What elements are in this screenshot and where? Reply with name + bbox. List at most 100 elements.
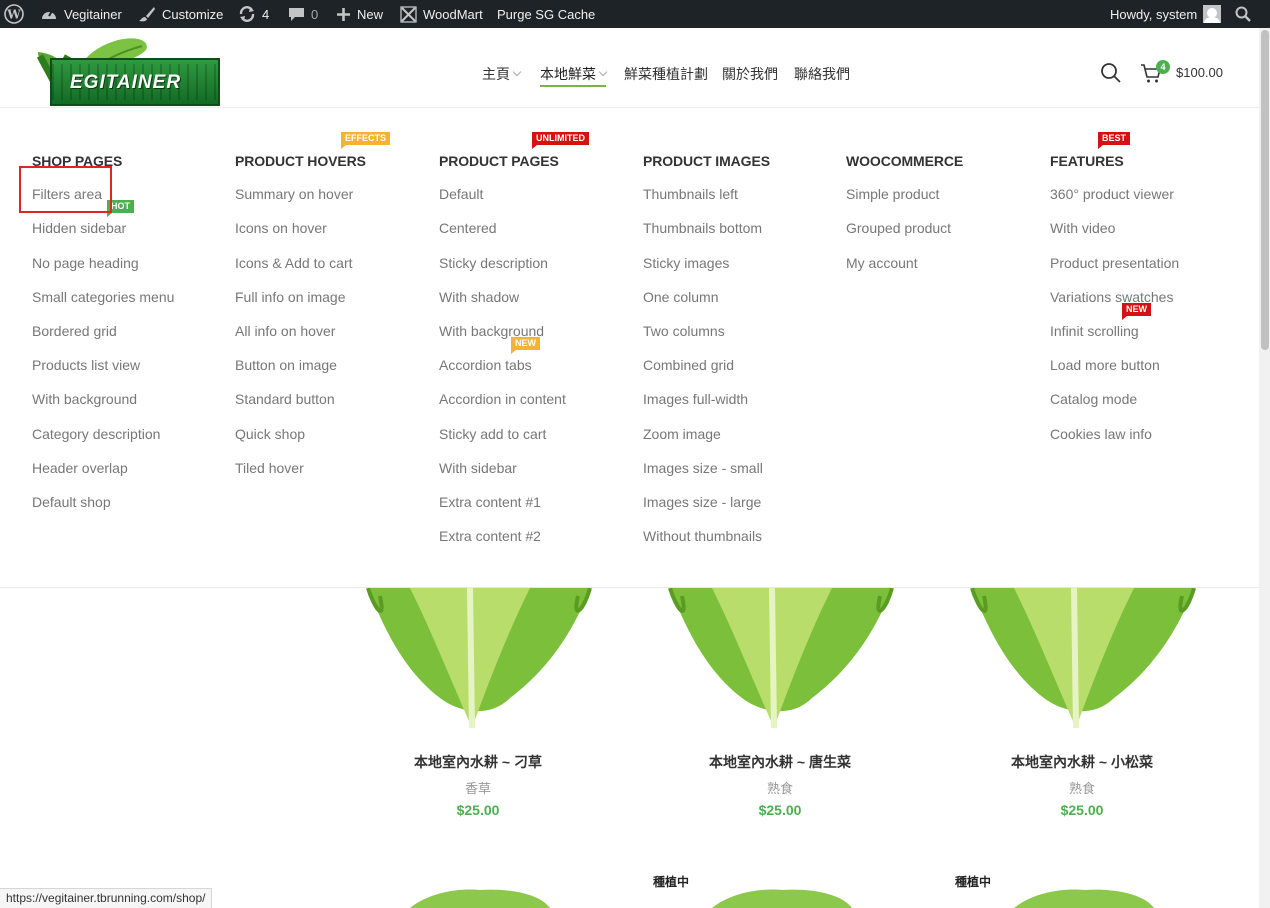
nav-item-local-vegetables[interactable]: 本地鮮菜 <box>540 64 608 87</box>
product-category[interactable]: 熟食 <box>767 778 793 797</box>
menu-column-title[interactable]: PRODUCT HOVERS <box>235 153 366 169</box>
menu-item[interactable]: Centered <box>439 220 497 236</box>
menu-column-title[interactable]: WOOCOMMERCE <box>846 153 963 169</box>
menu-item[interactable]: Full info on image <box>235 289 346 305</box>
menu-item[interactable]: With video <box>1050 220 1115 236</box>
menu-item[interactable]: Summary on hover <box>235 186 353 202</box>
product-image[interactable] <box>642 588 918 738</box>
menu-item[interactable]: Grouped product <box>846 220 951 236</box>
menu-item[interactable]: Default <box>439 186 483 202</box>
svg-text:W: W <box>6 8 21 22</box>
product-image[interactable] <box>702 888 862 908</box>
product-title[interactable]: 本地室內水耕 ~ 唐生菜 <box>709 752 851 772</box>
cart-total[interactable]: $100.00 <box>1176 65 1223 80</box>
menu-item[interactable]: Products list view <box>32 357 140 373</box>
unlimited-badge: UNLIMITED <box>532 132 589 149</box>
updates-icon <box>239 6 255 22</box>
menu-item[interactable]: Extra content #2 <box>439 528 541 544</box>
menu-item[interactable]: Thumbnails left <box>643 186 738 202</box>
menu-item[interactable]: Simple product <box>846 186 939 202</box>
nav-item-about[interactable]: 關於我們 <box>722 64 778 84</box>
menu-column-title[interactable]: PRODUCT IMAGES <box>643 153 770 169</box>
menu-item[interactable]: Icons on hover <box>235 220 327 236</box>
nav-item-contact[interactable]: 聯絡我們 <box>794 64 850 84</box>
menu-item[interactable]: Two columns <box>643 323 725 339</box>
menu-item[interactable]: Images full-width <box>643 391 748 407</box>
effects-badge: EFFECTS <box>341 132 391 149</box>
menu-item[interactable]: Quick shop <box>235 426 305 442</box>
account-menu[interactable]: Howdy, system <box>1110 0 1222 28</box>
menu-item[interactable]: With background <box>32 391 137 407</box>
menu-item[interactable]: Hidden sidebar <box>32 220 126 236</box>
menu-item[interactable]: With sidebar <box>439 460 517 476</box>
menu-item[interactable]: Cookies law info <box>1050 426 1152 442</box>
menu-item[interactable]: Standard button <box>235 391 335 407</box>
highlight-box <box>19 166 112 213</box>
menu-item[interactable]: Catalog mode <box>1050 391 1137 407</box>
menu-item[interactable]: Without thumbnails <box>643 528 762 544</box>
menu-item[interactable]: Icons & Add to cart <box>235 255 353 271</box>
admin-search-button[interactable] <box>1235 0 1251 28</box>
new-content-link[interactable]: New <box>336 0 383 28</box>
customize-link[interactable]: Customize <box>138 0 223 28</box>
nav-item-home[interactable]: 主頁 <box>482 64 522 84</box>
menu-item[interactable]: My account <box>846 255 918 271</box>
menu-item[interactable]: Header overlap <box>32 460 128 476</box>
dashboard-icon <box>42 10 56 19</box>
menu-item[interactable]: No page heading <box>32 255 139 271</box>
product-category[interactable]: 香草 <box>465 778 491 797</box>
site-name-label: Vegitainer <box>64 6 122 22</box>
site-logo[interactable]: EGITAINER <box>34 36 222 108</box>
product-image[interactable] <box>944 588 1220 738</box>
product-image[interactable] <box>400 888 560 908</box>
menu-item[interactable]: Sticky description <box>439 255 548 271</box>
product-image[interactable] <box>340 588 616 738</box>
site-name-menu[interactable]: Vegitainer <box>40 0 122 28</box>
menu-column-title[interactable]: PRODUCT PAGES <box>439 153 559 169</box>
admin-bar: W Vegitainer Customize 4 0 New WoodMart … <box>0 0 1270 28</box>
growing-badge: 種植中 <box>653 875 690 889</box>
menu-item[interactable]: Thumbnails bottom <box>643 220 762 236</box>
menu-item[interactable]: Variations swatches <box>1050 289 1173 305</box>
search-icon[interactable] <box>1100 62 1122 84</box>
menu-item[interactable]: Small categories menu <box>32 289 174 305</box>
menu-item[interactable]: Tiled hover <box>235 460 304 476</box>
product-title[interactable]: 本地室內水耕 ~ 小松菜 <box>1011 752 1153 772</box>
menu-item[interactable]: Button on image <box>235 357 337 373</box>
nav-item-growing-plan[interactable]: 鮮菜種植計劃 <box>624 64 708 84</box>
menu-item[interactable]: Accordion in content <box>439 391 566 407</box>
menu-item[interactable]: All info on hover <box>235 323 335 339</box>
menu-item[interactable]: Infinit scrolling <box>1050 323 1139 339</box>
menu-item[interactable]: Accordion tabs <box>439 357 532 373</box>
customize-label: Customize <box>162 6 224 22</box>
product-title[interactable]: 本地室內水耕 ~ 刁草 <box>414 752 542 772</box>
menu-item[interactable]: Sticky add to cart <box>439 426 546 442</box>
updates-link[interactable]: 4 <box>238 0 269 28</box>
menu-item[interactable]: Extra content #1 <box>439 494 541 510</box>
status-bar-url: https://vegitainer.tbrunning.com/shop/ <box>0 888 213 908</box>
menu-item[interactable]: Images size - small <box>643 460 763 476</box>
nav-label-growing-plan: 鮮菜種植計劃 <box>624 66 708 82</box>
scrollbar-thumb[interactable] <box>1261 30 1269 350</box>
wordpress-logo-icon[interactable]: W <box>4 0 24 28</box>
menu-item[interactable]: Combined grid <box>643 357 734 373</box>
growing-badge: 種植中 <box>955 875 992 889</box>
woodmart-link[interactable]: WoodMart <box>400 0 483 28</box>
product-image[interactable] <box>1004 888 1164 908</box>
menu-item[interactable]: One column <box>643 289 718 305</box>
menu-item[interactable]: Product presentation <box>1050 255 1179 271</box>
menu-item[interactable]: Bordered grid <box>32 323 117 339</box>
menu-item[interactable]: With shadow <box>439 289 519 305</box>
menu-item[interactable]: Zoom image <box>643 426 721 442</box>
comments-link[interactable]: 0 <box>288 0 318 28</box>
menu-item[interactable]: Images size - large <box>643 494 761 510</box>
menu-item[interactable]: Category description <box>32 426 160 442</box>
menu-column-title[interactable]: FEATURES <box>1050 153 1124 169</box>
menu-item[interactable]: Default shop <box>32 494 111 510</box>
menu-item[interactable]: Load more button <box>1050 357 1160 373</box>
menu-item[interactable]: Sticky images <box>643 255 729 271</box>
product-category[interactable]: 熟食 <box>1069 778 1095 797</box>
purge-cache-link[interactable]: Purge SG Cache <box>497 0 595 28</box>
menu-item[interactable]: 360° product viewer <box>1050 186 1174 202</box>
chevron-down-icon <box>512 67 522 77</box>
